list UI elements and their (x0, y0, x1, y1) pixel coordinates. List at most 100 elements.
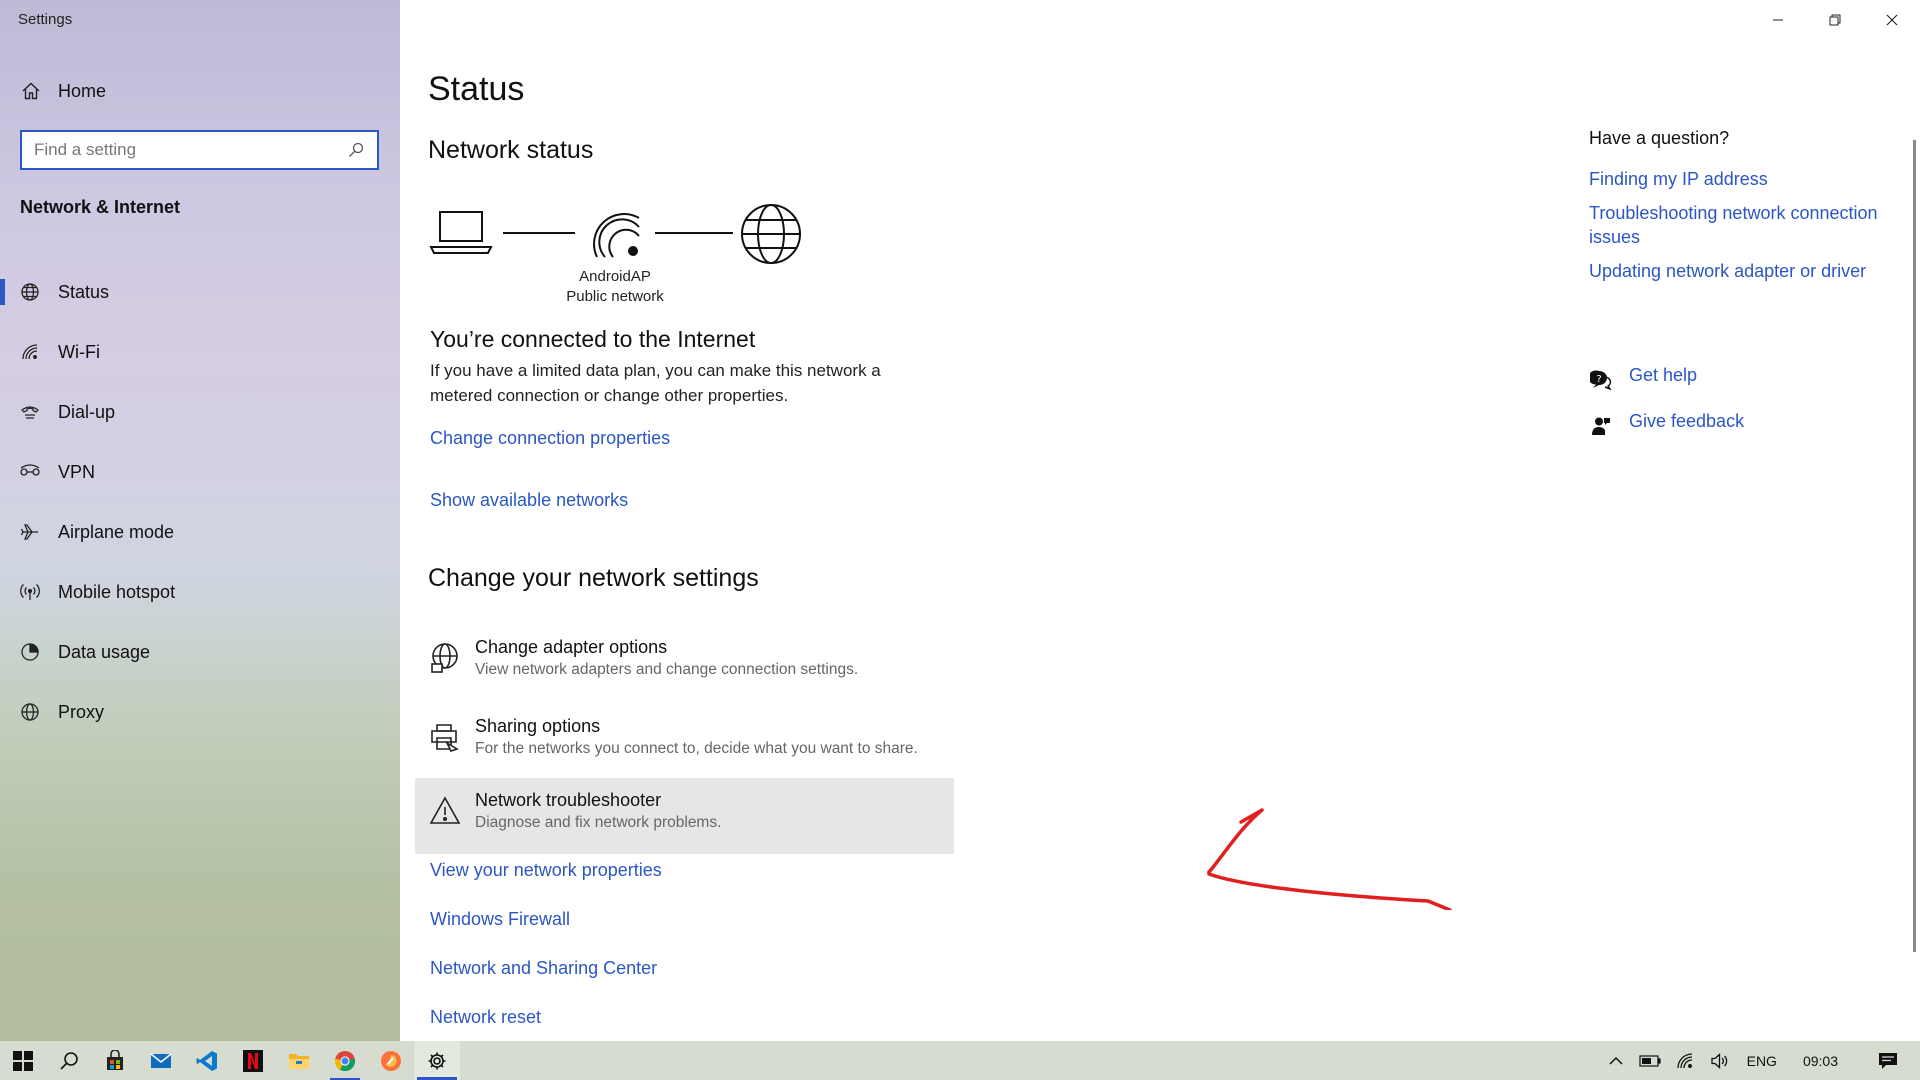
sidebar-item-dialup[interactable]: Dial-up (0, 382, 400, 442)
view-network-properties-link[interactable]: View your network properties (430, 860, 662, 881)
settings-icon (428, 1052, 446, 1069)
data-usage-icon (19, 641, 41, 663)
warning-icon (428, 794, 462, 828)
sidebar: Settings Home Network & Internet Status … (0, 0, 400, 1041)
show-available-networks-link[interactable]: Show available networks (430, 490, 628, 511)
sidebar-item-airplane-mode[interactable]: Airplane mode (0, 502, 400, 562)
network-sharing-center-link[interactable]: Network and Sharing Center (430, 958, 657, 979)
start-icon (13, 1050, 33, 1071)
sidebar-item-proxy[interactable]: Proxy (0, 682, 400, 742)
option-title: Sharing options (475, 716, 601, 736)
volume-icon (1710, 1052, 1727, 1069)
language-indicator[interactable]: ENG (1739, 1041, 1785, 1080)
sidebar-item-label: Wi-Fi (58, 341, 100, 362)
sidebar-item-label: Proxy (58, 701, 105, 722)
sidebar-item-vpn[interactable]: VPN (0, 442, 400, 502)
chrome-icon (334, 1050, 356, 1071)
feedback-icon (1589, 414, 1613, 438)
store-button[interactable] (92, 1041, 138, 1080)
window-controls (1749, 0, 1920, 40)
change-adapter-options[interactable]: Change adapter options View network adap… (415, 625, 954, 701)
system-tray: ENG 09:03 (1601, 1041, 1920, 1080)
sidebar-item-status[interactable]: Status (0, 262, 400, 322)
close-icon (1886, 14, 1897, 26)
sharing-options[interactable]: Sharing options For the networks you con… (415, 704, 954, 780)
netflix-icon (243, 1049, 263, 1072)
connected-title: You’re connected to the Internet (430, 326, 756, 352)
start-button[interactable] (0, 1041, 46, 1080)
show-hidden-icons-button[interactable] (1601, 1041, 1631, 1080)
wifi-signal-icon (593, 213, 640, 258)
option-description: For the networks you connect to, decide … (475, 740, 918, 757)
scrollbar[interactable] (1913, 140, 1916, 952)
chrome-button[interactable] (322, 1041, 368, 1080)
help-panel: Have a question? Finding my IP address T… (1589, 128, 1909, 455)
dialup-icon (19, 401, 41, 423)
sidebar-item-label: Airplane mode (58, 521, 175, 542)
volume-button[interactable] (1703, 1041, 1739, 1080)
sidebar-item-mobile-hotspot[interactable]: Mobile hotspot (0, 562, 400, 622)
main-content: Status Network status AndroidAP Public n… (400, 0, 1920, 1041)
network-type: Public network (566, 288, 664, 305)
option-title: Network troubleshooter (475, 790, 662, 810)
internet-globe-icon (741, 204, 801, 264)
give-feedback-link[interactable]: Give feedback (1589, 409, 1909, 443)
sidebar-item-label: Dial-up (58, 401, 116, 422)
close-button[interactable] (1863, 0, 1920, 40)
network-reset-link[interactable]: Network reset (430, 1007, 541, 1028)
notifications-icon (1879, 1052, 1897, 1069)
mail-button[interactable] (138, 1041, 184, 1080)
network-status-title: Network status (428, 136, 594, 164)
action-center-button[interactable] (1856, 1041, 1920, 1080)
file-explorer-button[interactable] (276, 1041, 322, 1080)
mail-icon (150, 1052, 172, 1068)
network-tray-button[interactable] (1669, 1041, 1703, 1080)
firefox-button[interactable] (368, 1041, 414, 1080)
settings-taskbar-button[interactable] (414, 1041, 460, 1080)
globe-icon (19, 701, 41, 723)
windows-firewall-link[interactable]: Windows Firewall (430, 909, 570, 930)
sidebar-item-wifi[interactable]: Wi-Fi (0, 322, 400, 382)
search-icon[interactable] (345, 142, 367, 158)
sidebar-nav: Status Wi-Fi Dial-up VPN Airplane mode M… (0, 262, 400, 742)
give-feedback-label: Give feedback (1629, 411, 1745, 431)
airplane-icon (19, 521, 41, 543)
search-input[interactable] (22, 132, 345, 168)
window-title: Settings (18, 11, 73, 28)
finding-ip-address-link[interactable]: Finding my IP address (1589, 167, 1909, 191)
wifi-icon (1676, 1052, 1692, 1068)
minimize-icon (1772, 19, 1783, 21)
search-icon (60, 1051, 78, 1070)
vscode-button[interactable] (184, 1041, 230, 1080)
page-title: Status (428, 70, 525, 108)
change-connection-properties-link[interactable]: Change connection properties (430, 428, 670, 449)
clock[interactable]: 09:03 (1785, 1041, 1856, 1080)
sidebar-item-data-usage[interactable]: Data usage (0, 622, 400, 682)
updating-adapter-driver-link[interactable]: Updating network adapter or driver (1589, 259, 1909, 283)
have-a-question-title: Have a question? (1589, 128, 1730, 148)
change-settings-title: Change your network settings (428, 564, 759, 592)
svg-text:?: ? (1596, 374, 1601, 385)
search-box[interactable] (20, 130, 379, 170)
file-explorer-icon (289, 1053, 309, 1069)
restore-button[interactable] (1806, 0, 1863, 40)
network-name: AndroidAP (579, 268, 651, 285)
home-link[interactable]: Home (20, 78, 106, 104)
minimize-button[interactable] (1749, 0, 1806, 40)
firefox-icon (381, 1050, 401, 1071)
sidebar-item-label: Data usage (58, 641, 151, 662)
search-taskbar-button[interactable] (46, 1041, 92, 1080)
selected-indicator (0, 279, 5, 305)
get-help-label: Get help (1629, 365, 1698, 385)
sidebar-item-label: Mobile hotspot (58, 581, 176, 602)
restore-icon (1829, 14, 1840, 26)
netflix-button[interactable] (230, 1041, 276, 1080)
get-help-link[interactable]: ? Get help (1589, 363, 1909, 397)
sidebar-item-label: VPN (58, 461, 96, 482)
troubleshooting-connection-link[interactable]: Troubleshooting network connection issue… (1589, 201, 1909, 249)
sidebar-item-label: Status (58, 281, 110, 302)
network-troubleshooter[interactable]: Network troubleshooter Diagnose and fix … (415, 778, 954, 854)
battery-button[interactable] (1631, 1041, 1669, 1080)
adapter-icon (428, 641, 462, 675)
option-description: Diagnose and fix network problems. (475, 814, 722, 831)
